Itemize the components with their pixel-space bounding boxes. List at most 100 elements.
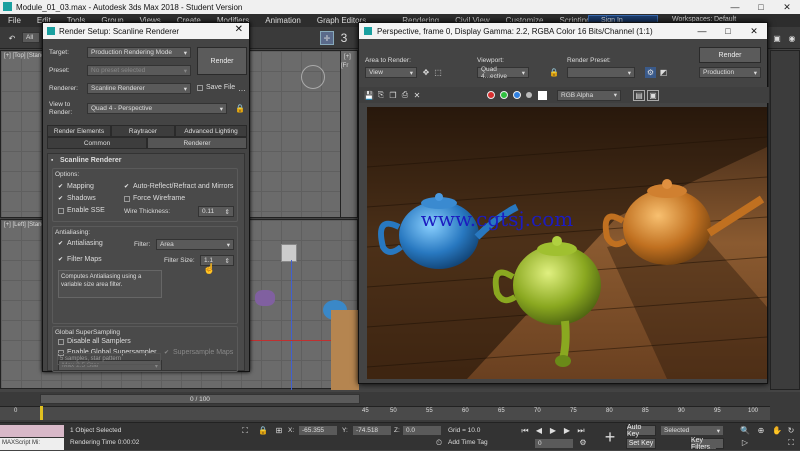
enable-sse-checkbox[interactable]: Enable SSE [58,207,105,214]
zoom-all-icon[interactable]: ⊕ [756,426,766,435]
target-select[interactable]: Production Rendering Mode ▾ [87,47,191,58]
file-browse-icon[interactable]: … [237,83,247,93]
force-wireframe-checkbox[interactable]: Force Wireframe [124,195,185,202]
clear-icon[interactable]: ✕ [411,91,423,100]
zoom-icon[interactable]: 🔍 [740,426,750,435]
play-icon[interactable]: ▶ [548,426,558,435]
rollout-title[interactable]: Scanline Renderer [60,157,121,164]
field-of-view-icon[interactable]: ▷ [740,438,750,447]
selection-lock-icon[interactable]: 🔒 [258,426,268,435]
render-frame-icon[interactable]: ▣ [770,31,784,45]
tab-raytracer[interactable]: Raytracer [111,125,175,137]
render-teapot-icon[interactable]: ◉ [786,31,798,45]
add-time-tag[interactable]: Add Time Tag [448,439,488,446]
copy-image-icon[interactable]: ⎘ [375,90,387,100]
frame-minimize-button[interactable]: — [689,23,715,39]
maximize-button[interactable]: □ [748,0,774,14]
print-icon[interactable]: ⎙ [399,90,411,100]
auto-reflect-checkbox[interactable]: ✔ Auto-Reflect/Refract and Mirrors [124,183,233,190]
orbit-icon[interactable]: ↻ [786,426,796,435]
render-setup-close-button[interactable]: ✕ [235,24,243,35]
tab-advanced-lighting[interactable]: Advanced Lighting [175,125,247,137]
viewcube-top-icon[interactable] [301,65,325,89]
set-key-large-icon[interactable]: + [600,426,620,448]
wire-thickness-spinner[interactable]: 0.11 ⇕ [198,206,234,217]
rollout-collapse-icon[interactable]: ▪ [51,157,53,164]
lock-icon[interactable]: 🔒 [235,103,245,113]
frame-maximize-button[interactable]: □ [715,23,741,39]
filter-select[interactable]: Area ▾ [156,239,234,250]
view-to-render-select[interactable]: Quad 4 - Perspective ▾ [87,103,227,114]
renderer-select[interactable]: Scanline Renderer ▾ [87,83,191,94]
area-to-render-select[interactable]: View ▾ [365,67,417,78]
edit-region-icon[interactable]: ✥ [421,67,431,78]
maximize-viewport-icon[interactable]: ⛶ [786,438,796,448]
y-coordinate-field[interactable]: -74.518 [352,425,392,436]
minimize-button[interactable]: — [722,0,748,14]
renderer-value: Scanline Renderer [91,85,145,92]
move-icon[interactable]: ✛ [320,31,334,45]
mono-channel-toggle[interactable] [538,90,547,100]
mapping-checkbox[interactable]: ✔ Mapping [58,183,94,190]
clone-window-icon[interactable]: ❐ [387,91,399,100]
current-frame-field[interactable]: 0 [534,438,574,449]
auto-key-button[interactable]: Auto Key [626,424,656,438]
preset-select[interactable]: No preset selected ▾ [87,65,191,76]
green-channel-toggle[interactable] [500,91,508,99]
maxscript-input[interactable]: MAXScript Mi: [0,438,64,450]
rotate-icon[interactable]: 3 [338,31,350,45]
frame-close-button[interactable]: ✕ [741,23,767,39]
key-filters-button[interactable]: Key Filters... [690,437,724,451]
tab-renderer[interactable]: Renderer [147,137,247,149]
isolate-selection-icon[interactable]: ⛶ [240,426,250,436]
checkbox-unchecked-icon [124,195,130,202]
z-coordinate-field[interactable]: 0.0 [402,425,442,436]
go-to-start-icon[interactable]: ⏮ [520,426,530,436]
absolute-mode-icon[interactable]: ⊞ [274,426,284,435]
time-config-icon[interactable]: ⚙ [578,438,588,447]
render-mode-select[interactable]: Production ▾ [699,67,761,78]
alpha-channel-toggle[interactable] [526,92,532,98]
image-overlay-icon[interactable]: ▣ [647,89,659,101]
save-image-icon[interactable]: 💾 [363,91,375,100]
undo-icon[interactable]: ↶ [6,32,18,44]
x-coordinate-field[interactable]: -65.355 [298,425,338,436]
antialiasing-checkbox[interactable]: ✔ Antialiasing [58,240,103,247]
viewport-select[interactable]: Quad 4...ective ▾ [477,66,529,80]
selection-filter-select[interactable]: All [22,32,40,43]
set-key-button[interactable]: Set Key [626,438,656,449]
pan-icon[interactable]: ✋ [772,426,782,435]
menu-file[interactable]: File [0,16,29,25]
disable-all-samplers-checkbox[interactable]: Disable all Samplers [58,338,131,345]
blue-channel-toggle[interactable] [513,91,521,99]
auto-region-icon[interactable]: ⬚ [433,67,443,78]
red-channel-toggle[interactable] [487,91,495,99]
target-label: Target: [49,49,69,56]
environment-icon[interactable]: ◩ [658,67,669,78]
viewport-lock-icon[interactable]: 🔒 [549,67,559,78]
viewport-front-strip[interactable]: [+] [Fr [340,50,358,218]
toggle-ui-icon[interactable]: ▤ [633,89,645,101]
time-tag-icon[interactable]: ⏲ [434,438,444,448]
tab-common[interactable]: Common [47,137,147,149]
go-to-end-icon[interactable]: ⏭ [576,426,586,436]
tick-70: 70 [534,408,541,414]
frame-window-title: Perspective, frame 0, Display Gamma: 2.2… [377,26,653,36]
previous-frame-icon[interactable]: ◀ [534,426,544,435]
filter-maps-checkbox[interactable]: ✔ Filter Maps [58,256,102,263]
save-file-checkbox[interactable]: Save File [197,84,235,91]
maxscript-listener[interactable] [0,425,64,437]
channel-select[interactable]: RGB Alpha ▾ [557,89,621,101]
render-preset-select[interactable]: ▾ [567,67,635,78]
next-frame-icon[interactable]: ▶ [562,426,572,435]
supersample-maps-checkbox[interactable]: ✔ Supersample Maps [164,349,233,356]
time-slider[interactable]: 0 / 100 [40,394,360,404]
render-setup-icon[interactable]: ⚙ [645,67,656,78]
shadows-checkbox[interactable]: ✔ Shadows [58,195,96,202]
menu-animation[interactable]: Animation [257,16,309,25]
frame-render-button[interactable]: Render [699,47,761,63]
render-button[interactable]: Render [197,47,247,75]
tab-render-elements[interactable]: Render Elements [47,125,111,137]
key-mode-select[interactable]: Selected ▾ [660,425,724,436]
close-button[interactable]: ✕ [774,0,800,14]
